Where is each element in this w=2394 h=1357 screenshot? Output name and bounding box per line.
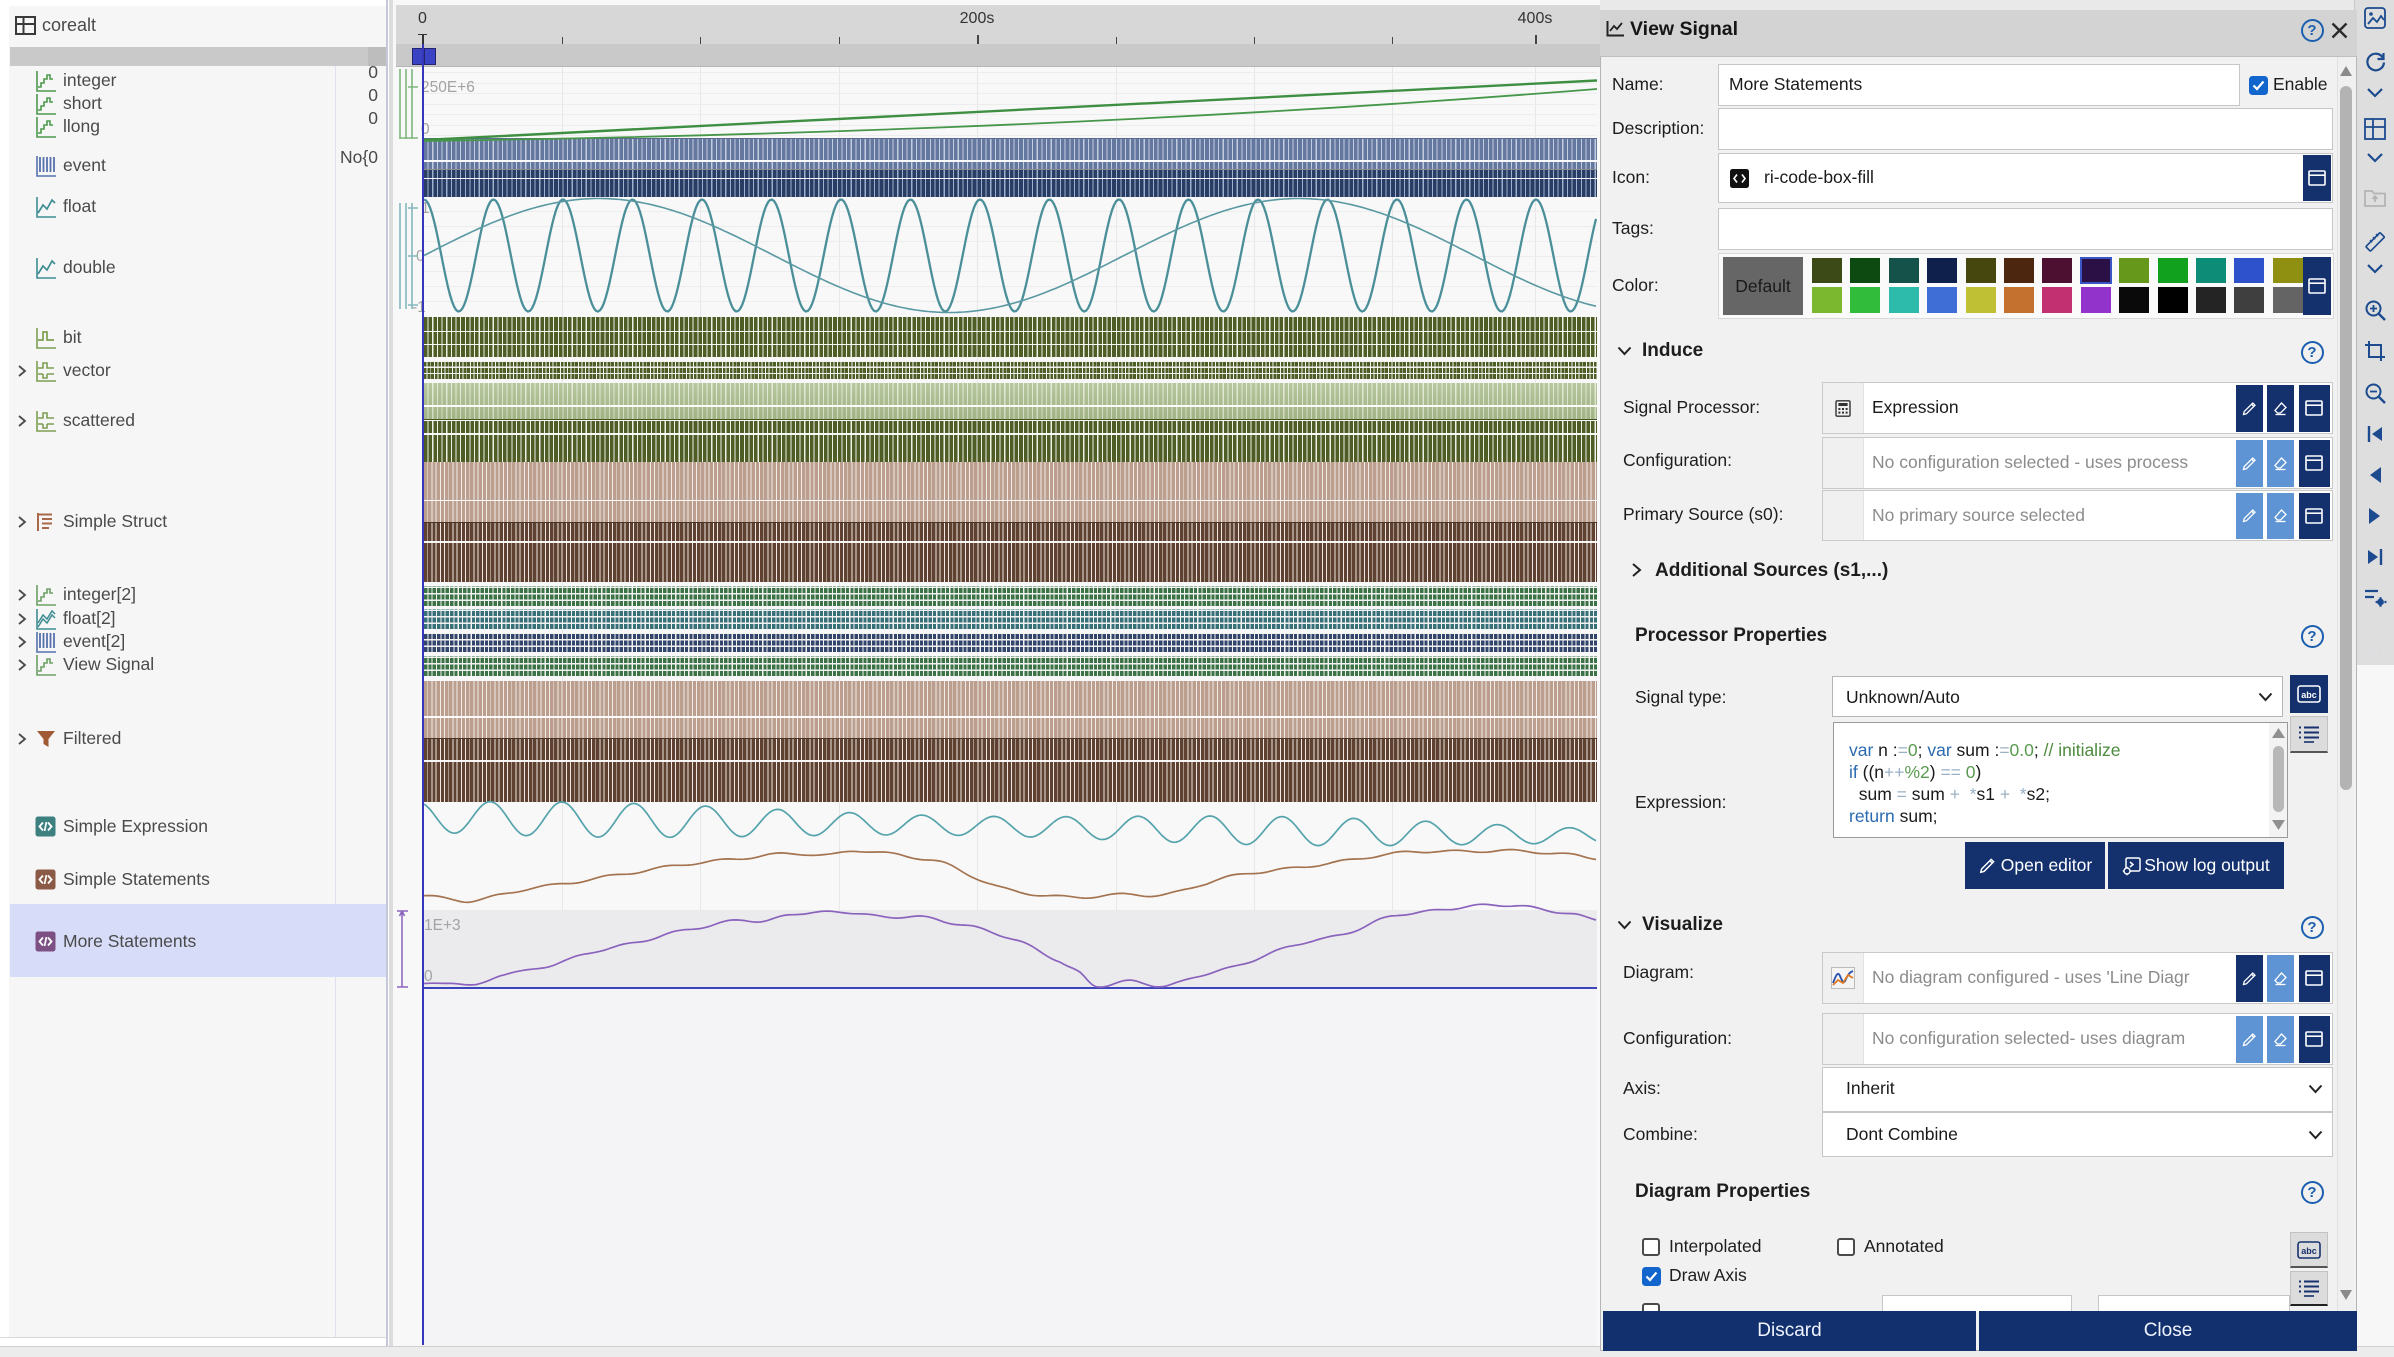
svg-text:abc: abc [2301,690,2317,700]
svg-text:abc: abc [2301,1246,2317,1256]
